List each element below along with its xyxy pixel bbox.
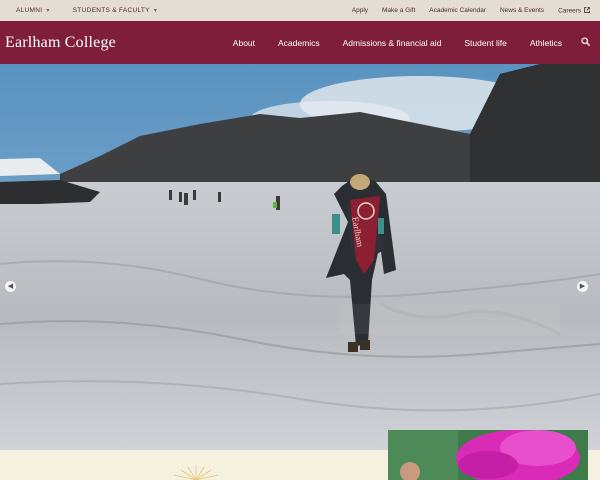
students-faculty-dropdown[interactable]: STUDENTS & FACULTY ▾ [73, 7, 157, 14]
apply-link[interactable]: Apply [352, 7, 368, 15]
utility-bar: ALUMNI ▾ STUDENTS & FACULTY ▾ Apply Make… [0, 0, 600, 21]
alumni-label: ALUMNI [16, 7, 43, 14]
careers-label: Careers [558, 7, 582, 15]
feature-photo [388, 430, 588, 480]
nav-student-life[interactable]: Student life [464, 38, 507, 48]
primary-links: About Academics Admissions & financial a… [233, 37, 600, 48]
search-icon [581, 37, 590, 46]
utility-links: Apply Make a Gift Academic Calendar News… [352, 6, 600, 15]
alumni-dropdown[interactable]: ALUMNI ▾ [16, 7, 50, 14]
main-navigation: Earlham College About Academics Admissio… [0, 21, 600, 64]
nav-athletics[interactable]: Athletics [530, 38, 562, 48]
college-logo[interactable]: Earlham College [0, 34, 116, 52]
feature-image [388, 430, 588, 480]
make-a-gift-link[interactable]: Make a Gift [382, 7, 415, 15]
search-button[interactable] [581, 37, 590, 48]
news-events-link[interactable]: News & Events [500, 7, 544, 15]
nav-admissions[interactable]: Admissions & financial aid [343, 38, 442, 48]
hero-slideshow: Earlham [0, 64, 600, 450]
arrow-left-icon: ◀ [7, 283, 14, 290]
chevron-down-icon: ▾ [46, 8, 50, 14]
academic-calendar-link[interactable]: Academic Calendar [429, 7, 486, 15]
chevron-down-icon: ▾ [153, 8, 158, 14]
nav-about[interactable]: About [233, 38, 255, 48]
hero-image [0, 64, 600, 450]
students-faculty-label: STUDENTS & FACULTY [72, 7, 150, 14]
sunburst-icon [173, 466, 219, 480]
external-link-icon [584, 6, 590, 13]
careers-link[interactable]: Careers [558, 6, 590, 15]
carousel-prev-button[interactable]: ◀ [5, 281, 16, 292]
arrow-right-icon: ▶ [579, 283, 586, 290]
nav-academics[interactable]: Academics [278, 38, 320, 48]
audience-menus: ALUMNI ▾ STUDENTS & FACULTY ▾ [0, 7, 157, 14]
carousel-next-button[interactable]: ▶ [577, 281, 588, 292]
